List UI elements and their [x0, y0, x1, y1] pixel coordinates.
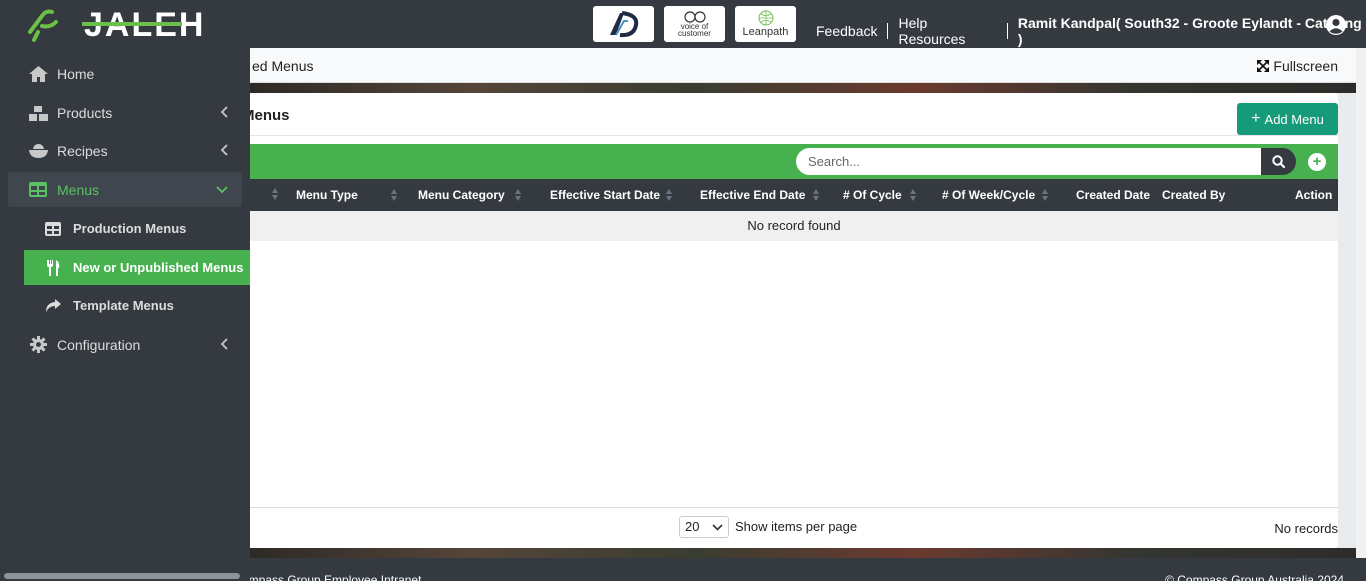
- ad-logo[interactable]: [593, 6, 654, 42]
- leanpath-logo[interactable]: Leanpath: [735, 6, 796, 42]
- search-button[interactable]: [1261, 148, 1296, 175]
- sort-icon[interactable]: [909, 189, 917, 201]
- breadcrumb-current[interactable]: ed Menus: [252, 58, 313, 74]
- sidebar-subitem-new-unpublished-menus[interactable]: New or Unpublished Menus: [24, 250, 250, 285]
- empty-table-message: No record found: [250, 211, 1338, 241]
- gear-icon: [28, 336, 48, 354]
- table-icon: [28, 181, 48, 199]
- breadcrumb: ed Menus Fullscreen: [250, 48, 1356, 83]
- column-header-created-by[interactable]: Created By: [1162, 188, 1225, 202]
- table-toolbar: +: [250, 144, 1338, 179]
- expand-icon: [1257, 60, 1270, 72]
- sidebar-item-configuration[interactable]: Configuration: [8, 327, 242, 362]
- column-header-created-date[interactable]: Created Date: [1076, 188, 1150, 202]
- menus-card: Menus + Add Menu + Menu Type Menu Catego…: [242, 93, 1338, 548]
- pager-divider: [250, 507, 1338, 508]
- utensils-icon: [44, 259, 62, 276]
- user-name-link[interactable]: Ramit Kandpal( South32 - Groote Eylandt …: [1018, 15, 1366, 47]
- voc-line2: customer: [678, 29, 711, 38]
- sidebar-item-label: Recipes: [57, 142, 108, 159]
- sort-icon[interactable]: [666, 189, 673, 201]
- jaleh-logo[interactable]: JALEH: [24, 2, 214, 46]
- plus-icon: +: [1251, 110, 1261, 127]
- records-status: No records: [1274, 521, 1338, 536]
- sidebar-item-label: Products: [57, 104, 113, 121]
- bowl-icon: [28, 142, 48, 160]
- sidebar: Home Products Recipes Menus Production M…: [0, 48, 250, 581]
- help-resources-link[interactable]: Help Resources: [898, 15, 996, 47]
- sidebar-subitem-label: New or Unpublished Menus: [73, 260, 244, 275]
- sort-icon[interactable]: [272, 188, 279, 200]
- sidebar-scrollbar[interactable]: [4, 573, 240, 579]
- sidebar-subitem-production-menus[interactable]: Production Menus: [24, 211, 250, 246]
- sort-icon[interactable]: [514, 189, 522, 201]
- search-icon: [1272, 155, 1285, 168]
- sidebar-item-recipes[interactable]: Recipes: [8, 133, 242, 168]
- page-size-select[interactable]: 20: [679, 516, 729, 538]
- column-header-menu-category[interactable]: Menu Category: [418, 188, 522, 202]
- table-header: Menu Type Menu Category Effective Start …: [250, 179, 1338, 211]
- fullscreen-button[interactable]: Fullscreen: [1257, 58, 1338, 74]
- leanpath-label: Leanpath: [742, 26, 789, 38]
- sidebar-item-label: Configuration: [57, 336, 141, 353]
- sidebar-item-home[interactable]: Home: [8, 56, 242, 91]
- ad-logo-icon: [609, 11, 638, 38]
- home-icon: [28, 65, 48, 83]
- page-size-value: 20: [685, 519, 700, 534]
- add-column-icon[interactable]: +: [1308, 153, 1326, 171]
- share-icon: [44, 298, 62, 314]
- footer-left-text[interactable]: ompass Group Employee Intranet: [242, 573, 421, 581]
- column-header-menu-type[interactable]: Menu Type: [296, 188, 398, 202]
- column-header-effective-start-date[interactable]: Effective Start Date: [550, 188, 673, 202]
- card-divider: [250, 135, 1338, 136]
- page-footer: ompass Group Employee Intranet © Compass…: [242, 558, 1366, 581]
- chevron-left-icon: [220, 106, 228, 118]
- nav-separator: [887, 23, 889, 39]
- add-menu-label: Add Menu: [1264, 111, 1324, 127]
- sidebar-subitem-label: Production Menus: [73, 221, 187, 236]
- nav-separator: [1006, 23, 1008, 39]
- top-nav: Feedback Help Resources Ramit Kandpal( S…: [816, 15, 1366, 47]
- page-size-label: Show items per page: [735, 519, 858, 534]
- sidebar-subitem-label: Template Menus: [73, 298, 174, 313]
- page-scrollbar[interactable]: [1356, 48, 1366, 558]
- add-menu-button[interactable]: + Add Menu: [1237, 103, 1338, 135]
- column-header-of-week-cycle[interactable]: # Of Week/Cycle: [942, 188, 1049, 202]
- sidebar-item-menus[interactable]: Menus: [8, 172, 242, 207]
- chevron-left-icon: [220, 144, 228, 156]
- leanpath-globe-icon: [758, 10, 773, 26]
- sort-icon[interactable]: [813, 189, 820, 201]
- feedback-link[interactable]: Feedback: [816, 23, 877, 39]
- sort-icon[interactable]: [1042, 189, 1049, 201]
- chevron-down-icon: [712, 524, 723, 531]
- chevron-down-icon: [216, 186, 228, 194]
- top-header: JALEH voice of customer Leanpath Feedbac…: [0, 0, 1366, 48]
- fullscreen-label: Fullscreen: [1273, 58, 1338, 74]
- chevron-left-icon: [220, 338, 228, 350]
- column-header-action: Action: [1295, 188, 1333, 202]
- boxes-icon: [28, 104, 48, 122]
- user-circle-icon[interactable]: [1325, 14, 1347, 36]
- sidebar-item-label: Home: [57, 65, 95, 82]
- background-image-strip-bottom: [250, 548, 1356, 558]
- background-image-strip: [250, 83, 1356, 93]
- sidebar-item-label: Menus: [57, 181, 100, 198]
- sort-icon[interactable]: [390, 189, 398, 201]
- search-input[interactable]: [796, 148, 1262, 175]
- column-header-of-cycle[interactable]: # Of Cycle: [843, 188, 917, 202]
- column-header[interactable]: [262, 188, 279, 200]
- sidebar-item-products[interactable]: Products: [8, 95, 242, 130]
- table-icon: [44, 221, 62, 237]
- sidebar-subitem-template-menus[interactable]: Template Menus: [24, 288, 250, 323]
- column-header-effective-end-date[interactable]: Effective End Date: [700, 188, 820, 202]
- voice-of-customer-logo[interactable]: voice of customer: [664, 6, 725, 42]
- footer-copyright: © Compass Group Australia 2024: [1165, 573, 1344, 581]
